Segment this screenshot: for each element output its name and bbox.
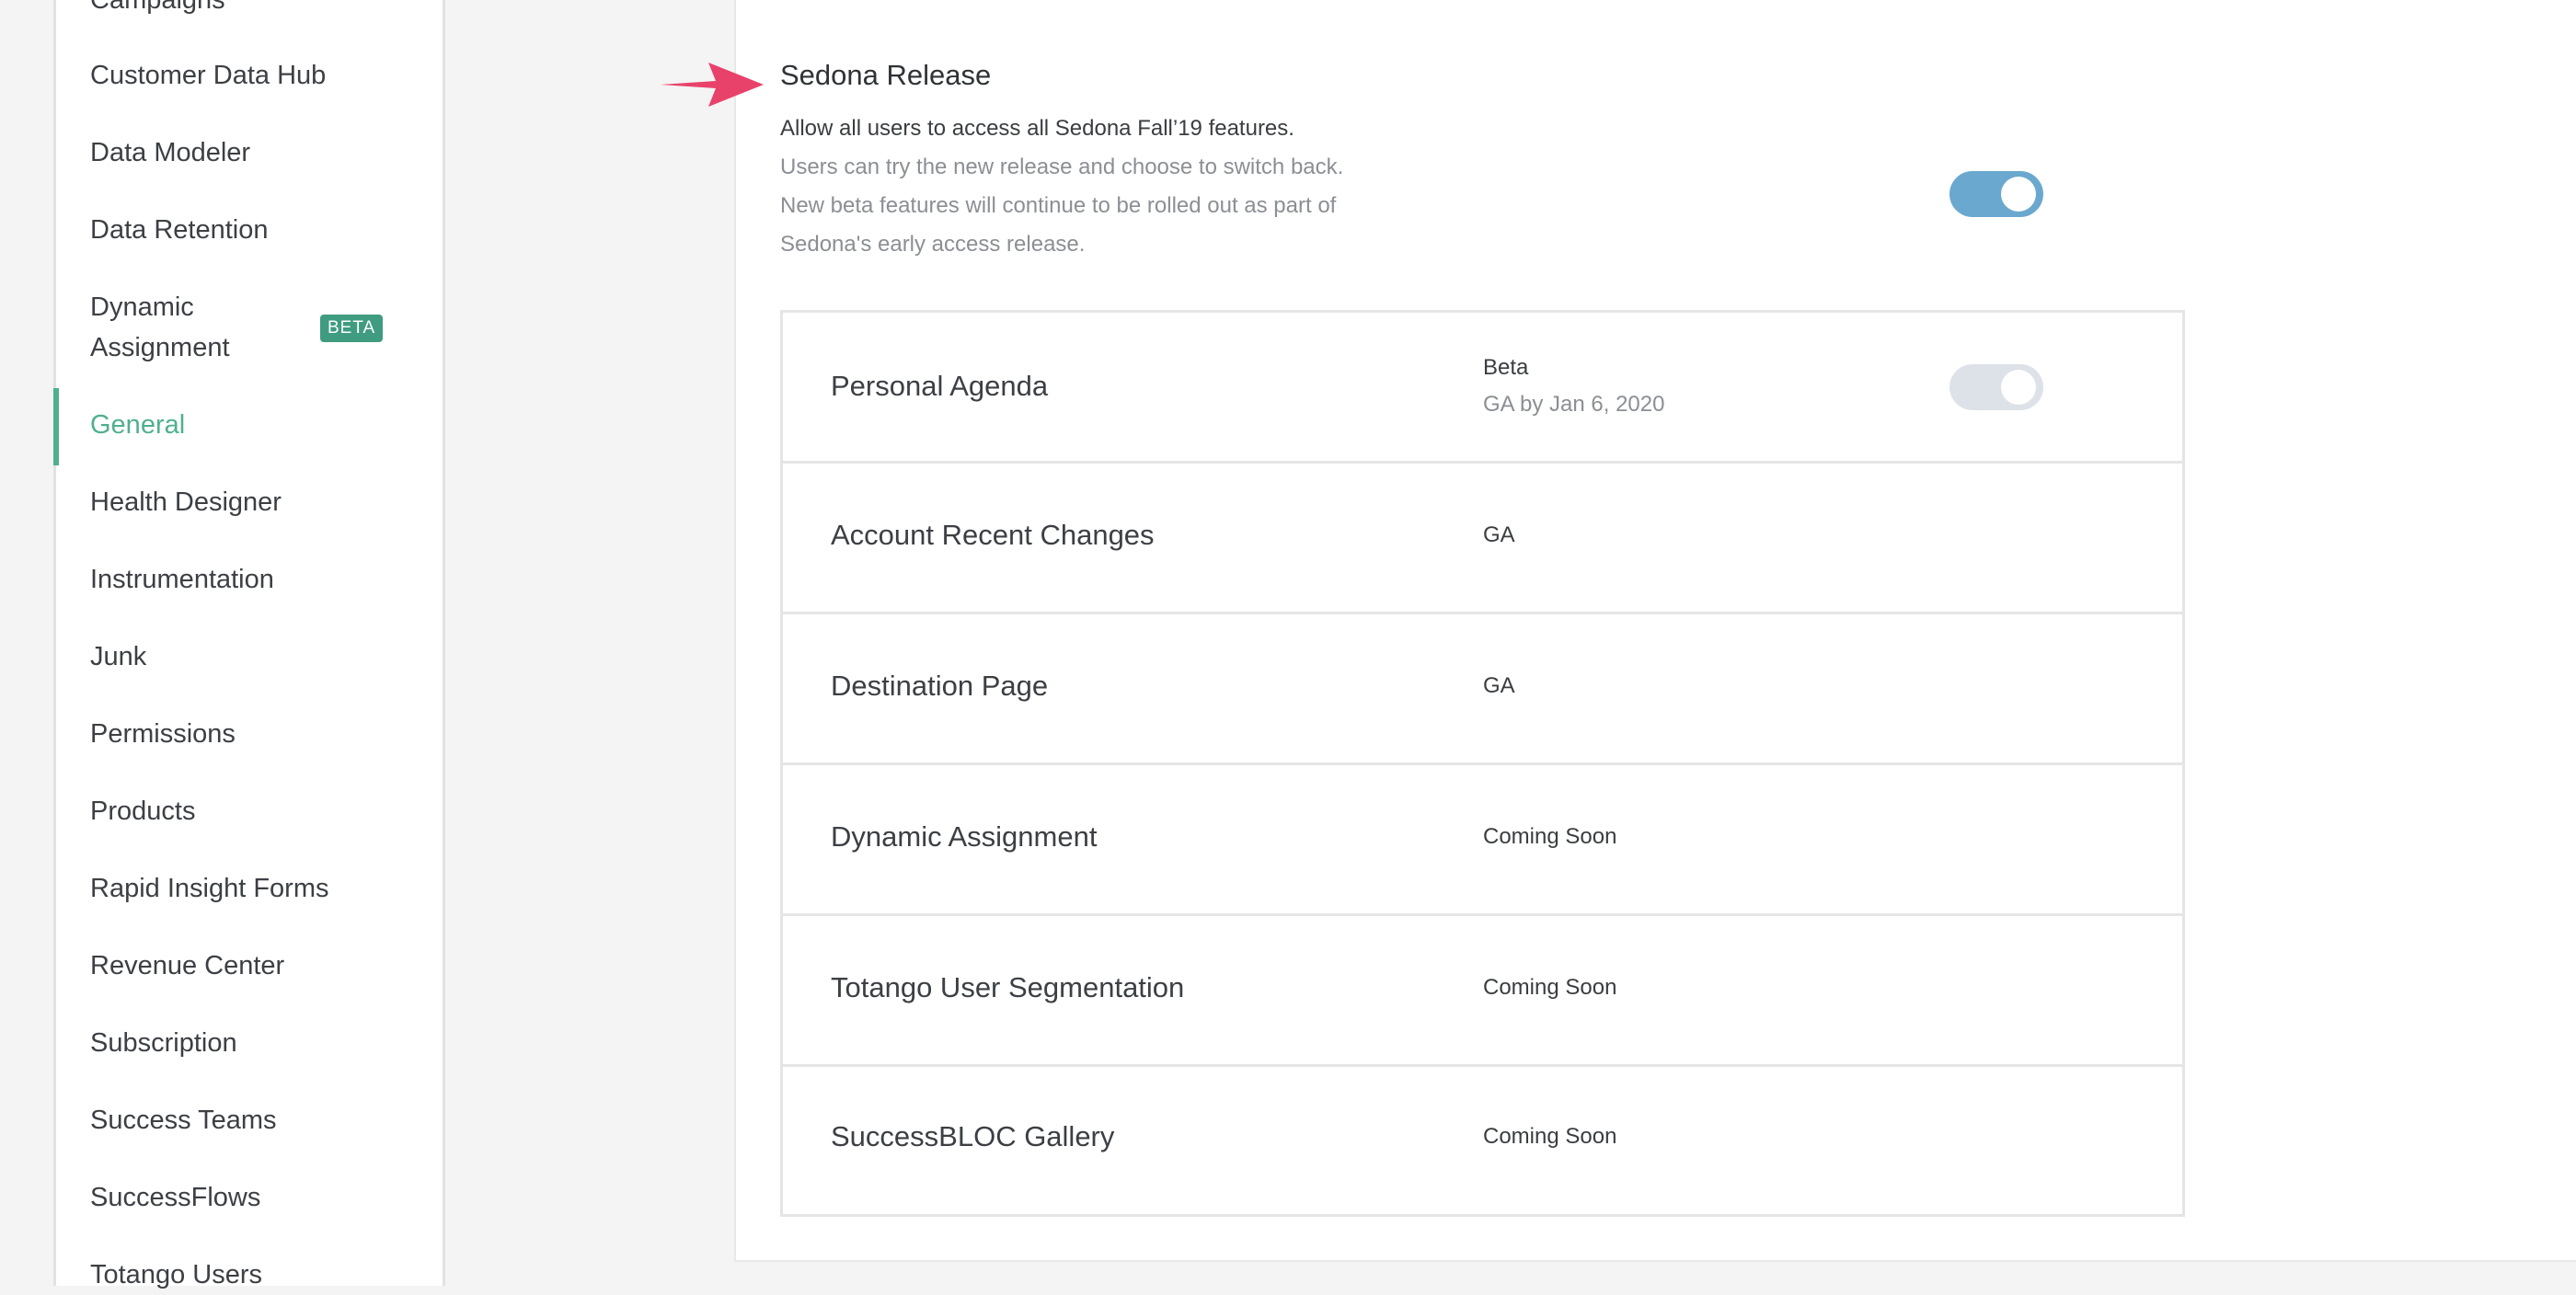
settings-sidebar: Campaigns Customer Data Hub Data Modeler… xyxy=(53,0,445,1289)
feature-status: GA xyxy=(1483,522,1515,547)
sidebar-item-data-modeler[interactable]: Data Modeler xyxy=(56,132,443,173)
release-description: Allow all users to access all Sedona Fal… xyxy=(780,116,1294,141)
sidebar-item-products[interactable]: Products xyxy=(56,791,443,831)
toggle-knob xyxy=(2001,370,2036,405)
feature-name: Dynamic Assignment xyxy=(831,820,1098,853)
sidebar-item-customer-data-hub[interactable]: Customer Data Hub xyxy=(56,55,443,96)
arrow-right-icon xyxy=(661,63,764,107)
sidebar-item-data-retention[interactable]: Data Retention xyxy=(56,210,443,250)
feature-status: Coming Soon xyxy=(1483,1124,1617,1149)
feature-name: Totango User Segmentation xyxy=(831,971,1185,1003)
sidebar-item-health-designer[interactable]: Health Designer xyxy=(56,482,443,522)
table-row: Account Recent Changes GA xyxy=(783,464,2182,614)
table-row: Dynamic Assignment Coming Soon xyxy=(783,765,2182,916)
table-row: SuccessBLOC Gallery Coming Soon xyxy=(783,1067,2182,1214)
sedona-release-toggle[interactable] xyxy=(1949,171,2043,217)
personal-agenda-toggle[interactable] xyxy=(1949,364,2043,410)
sidebar-item-permissions[interactable]: Permissions xyxy=(56,714,443,754)
sidebar-item-general[interactable]: General xyxy=(53,388,443,465)
sidebar-item-junk[interactable]: Junk xyxy=(56,636,443,677)
release-subtext-line: Sedona's early access release. xyxy=(780,232,1086,257)
release-subtext-line: New beta features will continue to be ro… xyxy=(780,193,1337,218)
sidebar-item-rapid-insight-forms[interactable]: Rapid Insight Forms xyxy=(56,868,443,909)
feature-ga-date: GA by Jan 6, 2020 xyxy=(1483,392,1665,417)
toggle-knob xyxy=(2001,177,2036,212)
sidebar-item-label: Assignment xyxy=(90,333,230,362)
feature-name: Destination Page xyxy=(831,670,1049,702)
release-title: Sedona Release xyxy=(780,59,992,91)
feature-name: Account Recent Changes xyxy=(831,519,1155,551)
sidebar-item-totango-users[interactable]: Totango Users xyxy=(56,1255,443,1295)
sidebar-item-success-teams[interactable]: Success Teams xyxy=(56,1100,443,1140)
sidebar-item-campaigns[interactable]: Campaigns xyxy=(56,0,443,20)
sidebar-item-instrumentation[interactable]: Instrumentation xyxy=(56,559,443,600)
feature-name: SuccessBLOC Gallery xyxy=(831,1120,1115,1152)
feature-table: Personal Agenda Beta GA by Jan 6, 2020 A… xyxy=(780,310,2185,1217)
feature-status: GA xyxy=(1483,673,1515,698)
table-row: Personal Agenda Beta GA by Jan 6, 2020 xyxy=(783,313,2182,464)
sidebar-item-revenue-center[interactable]: Revenue Center xyxy=(56,945,443,986)
sidebar-item-subscription[interactable]: Subscription xyxy=(56,1023,443,1063)
table-row: Destination Page GA xyxy=(783,614,2182,765)
release-subtext-line: Users can try the new release and choose… xyxy=(780,155,1344,179)
feature-status: Coming Soon xyxy=(1483,824,1617,849)
sidebar-item-dynamic-assignment[interactable]: Dynamic Assignment xyxy=(56,287,443,368)
table-row: Totango User Segmentation Coming Soon xyxy=(783,916,2182,1067)
feature-name: Personal Agenda xyxy=(831,370,1049,402)
feature-status: Beta xyxy=(1483,355,1529,380)
sidebar-item-successflows[interactable]: SuccessFlows xyxy=(56,1177,443,1218)
feature-status: Coming Soon xyxy=(1483,975,1617,1000)
sidebar-item-label: Dynamic xyxy=(90,292,194,322)
beta-badge: BETA xyxy=(320,315,384,342)
